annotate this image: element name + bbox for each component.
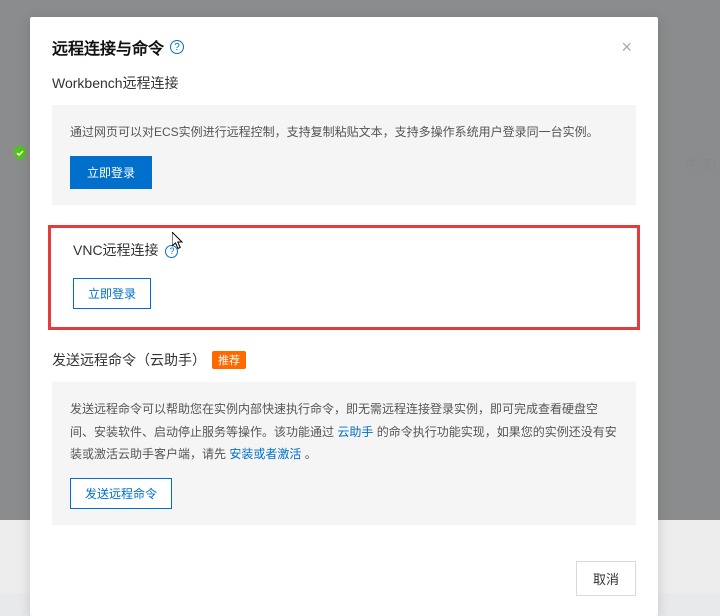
remote-cmd-desc-3: 。: [301, 447, 316, 461]
remote-command-info-box: 发送远程命令可以帮助您在实例内部快速执行命令，即无需远程连接登录实例，即可完成查…: [52, 382, 636, 525]
workbench-section: Workbench远程连接 通过网页可以对ECS实例进行远程控制，支持复制粘贴文…: [30, 73, 658, 205]
vnc-section: VNC远程连接 ? 立即登录: [48, 225, 640, 330]
remote-command-section: 发送远程命令（云助手） 推荐 发送远程命令可以帮助您在实例内部快速执行命令，即无…: [30, 350, 658, 525]
cloud-assistant-link[interactable]: 云助手: [337, 425, 373, 439]
install-activate-link[interactable]: 安装或者激活: [229, 447, 301, 461]
modal-footer: 取消: [30, 545, 658, 616]
modal-title: 远程连接与命令: [52, 35, 164, 59]
send-remote-command-button[interactable]: 发送远程命令: [70, 478, 172, 509]
help-icon[interactable]: ?: [165, 245, 178, 258]
vnc-title-row: VNC远程连接 ?: [73, 240, 615, 260]
remote-command-description: 发送远程命令可以帮助您在实例内部快速执行命令，即无需远程连接登录实例，即可完成查…: [70, 398, 618, 466]
cancel-button[interactable]: 取消: [576, 561, 636, 596]
recommend-badge: 推荐: [212, 351, 246, 369]
modal-header: 远程连接与命令 ? ×: [30, 17, 658, 73]
remote-command-title: 发送远程命令（云助手）: [52, 350, 206, 370]
workbench-description: 通过网页可以对ECS实例进行远程控制，支持复制粘贴文本，支持多操作系统用户登录同…: [70, 121, 618, 144]
workbench-info-box: 通过网页可以对ECS实例进行远程控制，支持复制粘贴文本，支持多操作系统用户登录同…: [52, 105, 636, 205]
remote-connect-modal: 远程连接与命令 ? × Workbench远程连接 通过网页可以对ECS实例进行…: [30, 17, 658, 616]
vnc-login-button[interactable]: 立即登录: [73, 278, 151, 309]
workbench-login-button[interactable]: 立即登录: [70, 156, 152, 189]
close-icon[interactable]: ×: [617, 36, 636, 58]
modal-title-row: 远程连接与命令 ?: [52, 35, 184, 59]
workbench-title: Workbench远程连接: [52, 73, 636, 93]
background-text-fragment: 牛值): [682, 150, 720, 177]
remote-command-title-row: 发送远程命令（云助手） 推荐: [52, 350, 636, 370]
shield-icon: [12, 145, 28, 161]
help-icon[interactable]: ?: [170, 40, 184, 54]
vnc-title: VNC远程连接: [73, 242, 159, 258]
